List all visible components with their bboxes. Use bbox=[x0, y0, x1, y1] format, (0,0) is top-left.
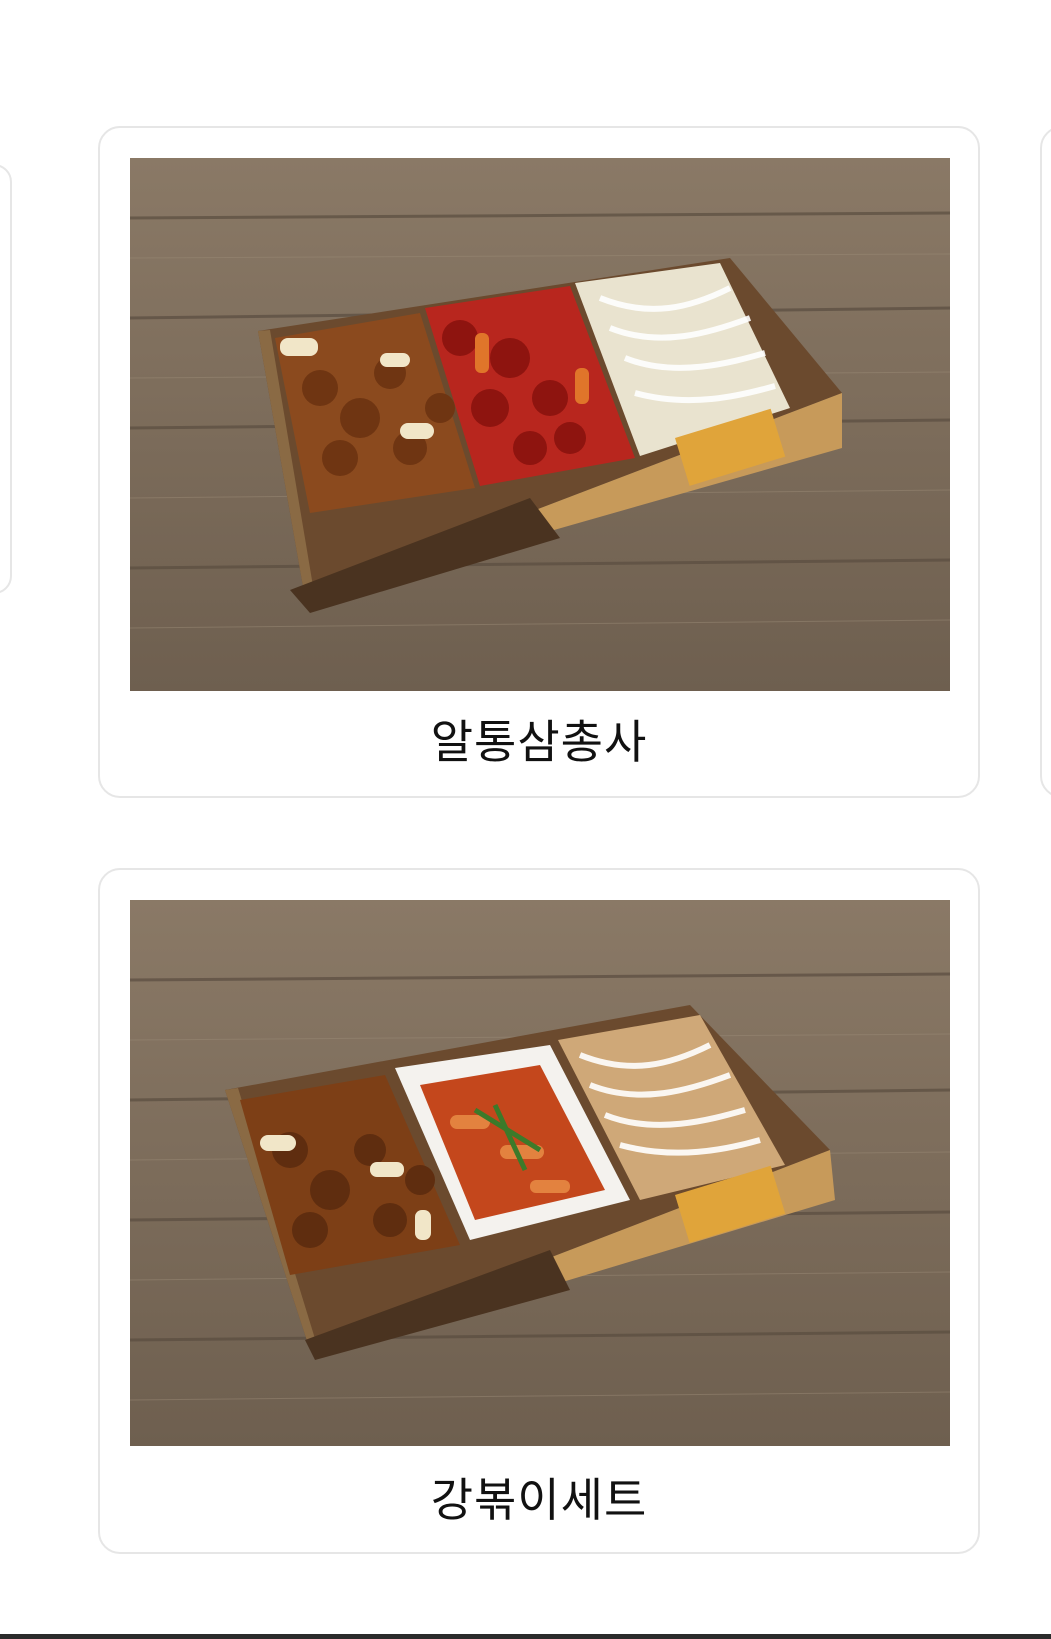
menu-card-altong-samchongsa[interactable]: 알통삼총사 bbox=[98, 126, 980, 798]
menu-card-gangbokki-set[interactable]: 강볶이세트 bbox=[98, 868, 980, 1554]
menu-name: 강볶이세트 bbox=[430, 1473, 648, 1527]
bottom-edge-bar bbox=[0, 1634, 1051, 1639]
next-menu-card[interactable] bbox=[1040, 126, 1051, 798]
menu-photo bbox=[130, 900, 950, 1446]
previous-menu-card[interactable] bbox=[0, 164, 12, 594]
menu-photo bbox=[130, 158, 950, 691]
menu-name: 알통삼총사 bbox=[430, 715, 648, 769]
